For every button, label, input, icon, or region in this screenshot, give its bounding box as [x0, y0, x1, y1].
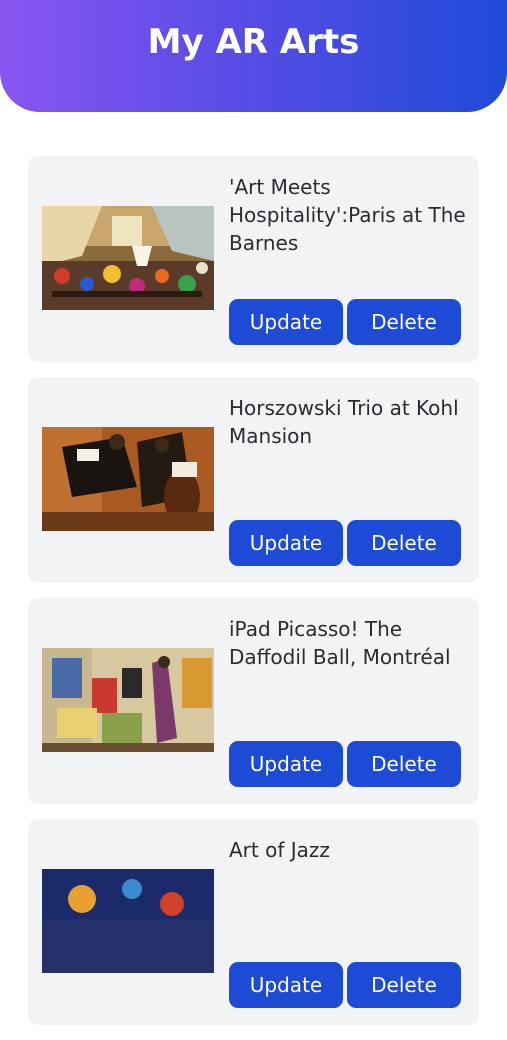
page-title: My AR Arts: [147, 22, 360, 62]
art-list: 'Art Meets Hospitality':Paris at The Bar…: [28, 156, 479, 1040]
update-button[interactable]: Update: [229, 962, 343, 1008]
update-button[interactable]: Update: [229, 299, 343, 345]
art-card: Horszowski Trio at Kohl Mansion Update D…: [28, 377, 479, 583]
update-button[interactable]: Update: [229, 520, 343, 566]
art-title: Horszowski Trio at Kohl Mansion: [229, 396, 459, 448]
app-header: My AR Arts: [0, 0, 507, 112]
art-title: 'Art Meets Hospitality':Paris at The Bar…: [229, 175, 466, 255]
art-title: iPad Picasso! The Daffodil Ball, Montréa…: [229, 617, 451, 669]
art-title: Art of Jazz: [229, 838, 330, 862]
art-thumbnail[interactable]: [42, 869, 214, 973]
delete-button[interactable]: Delete: [347, 962, 461, 1008]
delete-button[interactable]: Delete: [347, 520, 461, 566]
update-button[interactable]: Update: [229, 741, 343, 787]
art-thumbnail[interactable]: [42, 206, 214, 310]
art-card: iPad Picasso! The Daffodil Ball, Montréa…: [28, 598, 479, 804]
art-card: 'Art Meets Hospitality':Paris at The Bar…: [28, 156, 479, 362]
delete-button[interactable]: Delete: [347, 299, 461, 345]
art-thumbnail[interactable]: [42, 427, 214, 531]
delete-button[interactable]: Delete: [347, 741, 461, 787]
art-card: Art of Jazz Update Delete: [28, 819, 479, 1025]
art-thumbnail[interactable]: [42, 648, 214, 752]
